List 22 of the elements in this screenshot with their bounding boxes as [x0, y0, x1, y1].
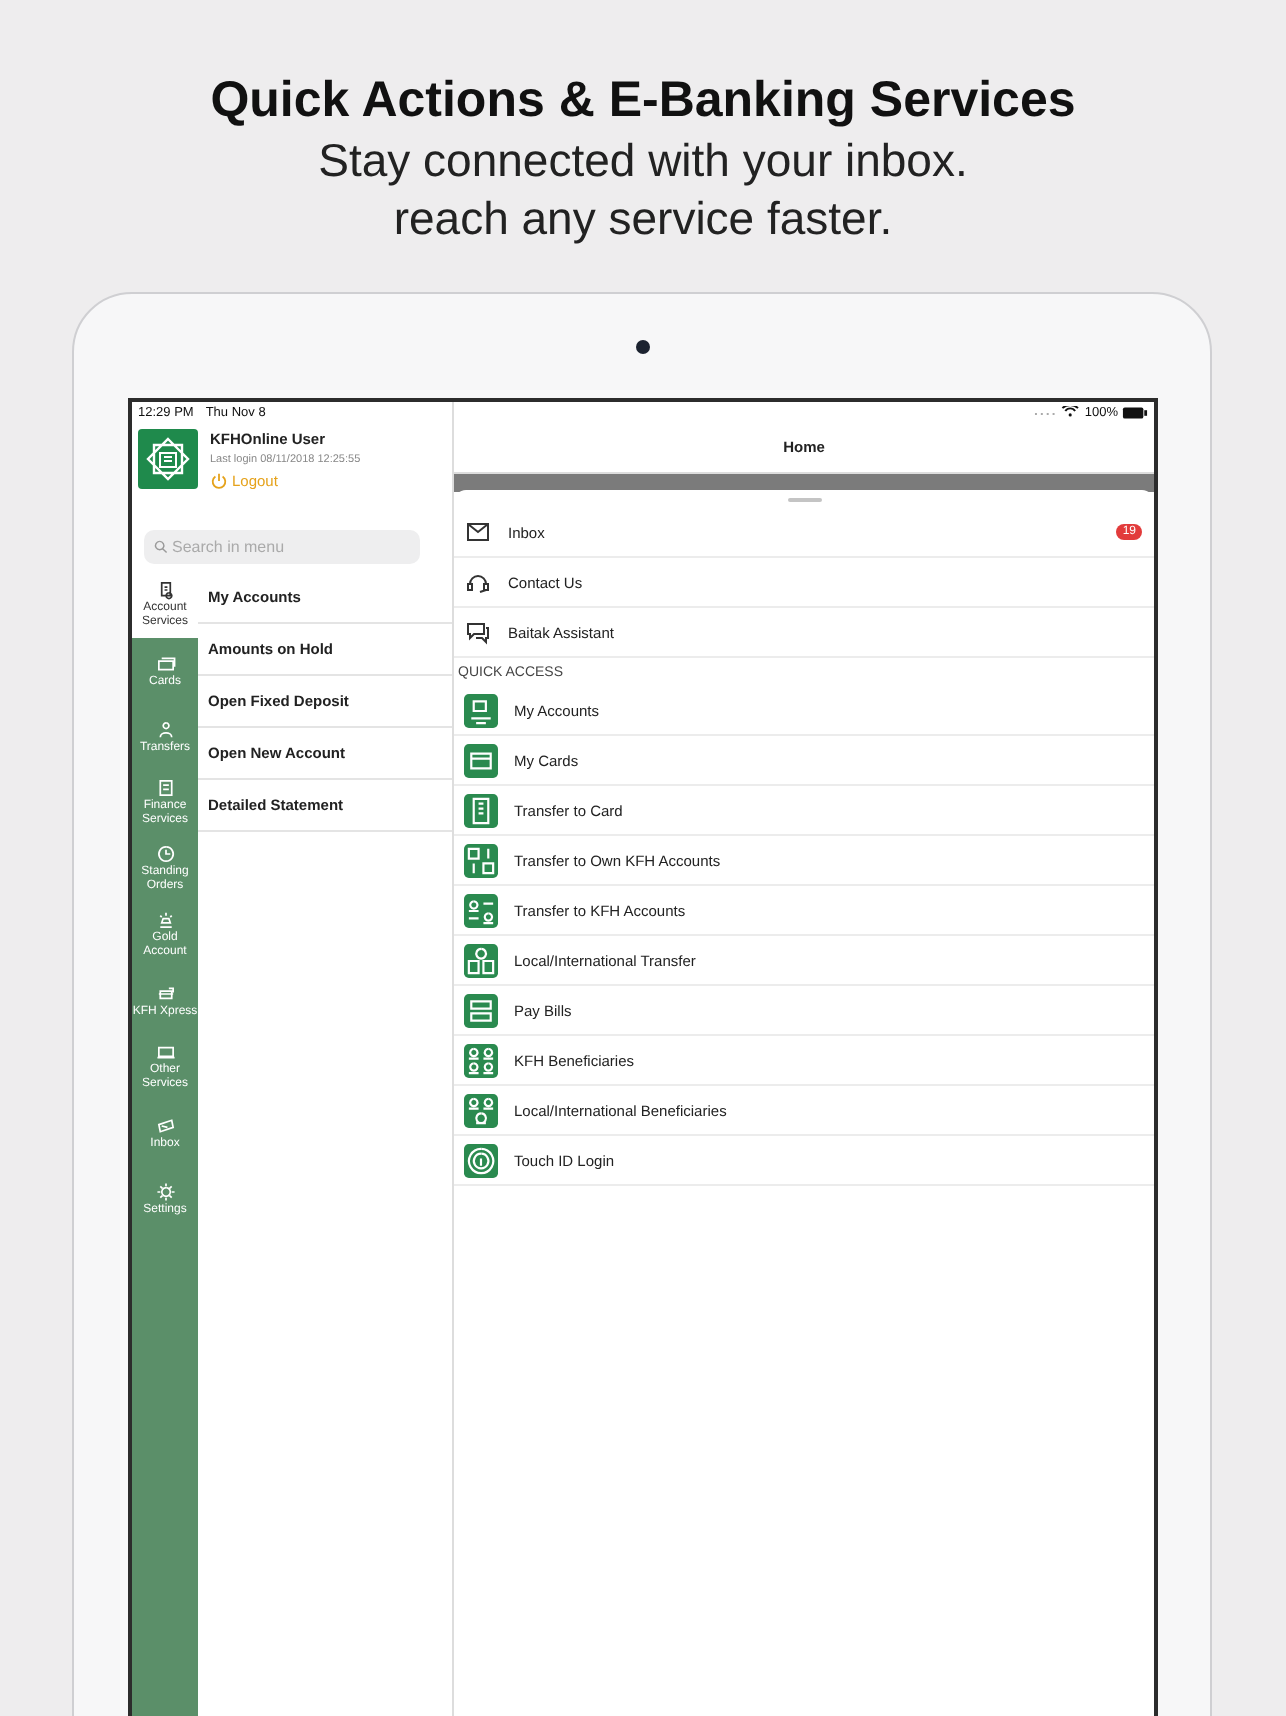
camera-icon — [636, 339, 650, 353]
person-icon — [155, 719, 175, 739]
bank-logo-icon — [138, 428, 198, 490]
subtitle: reach any service faster. — [393, 190, 893, 248]
power-icon — [210, 472, 228, 490]
settings-icon — [155, 1181, 175, 1201]
drag-handle[interactable] — [787, 497, 821, 501]
battery-icon — [1122, 405, 1148, 419]
form-icon — [155, 778, 175, 798]
chat-icon — [464, 618, 492, 646]
subtitle: Stay connected with your inbox. — [318, 132, 968, 190]
clock-icon — [155, 844, 175, 864]
headline: Quick Actions & E-Banking Services — [210, 70, 1076, 132]
document-icon — [155, 580, 175, 600]
search-icon — [154, 540, 168, 554]
search-field[interactable]: Search in menu — [144, 530, 420, 564]
card-icon — [155, 653, 175, 673]
bills-icon — [464, 993, 498, 1027]
mail-icon — [464, 518, 492, 546]
signal-wifi-icon — [1034, 406, 1081, 418]
cards-icon — [464, 743, 498, 777]
laptop-icon — [155, 1042, 175, 1062]
